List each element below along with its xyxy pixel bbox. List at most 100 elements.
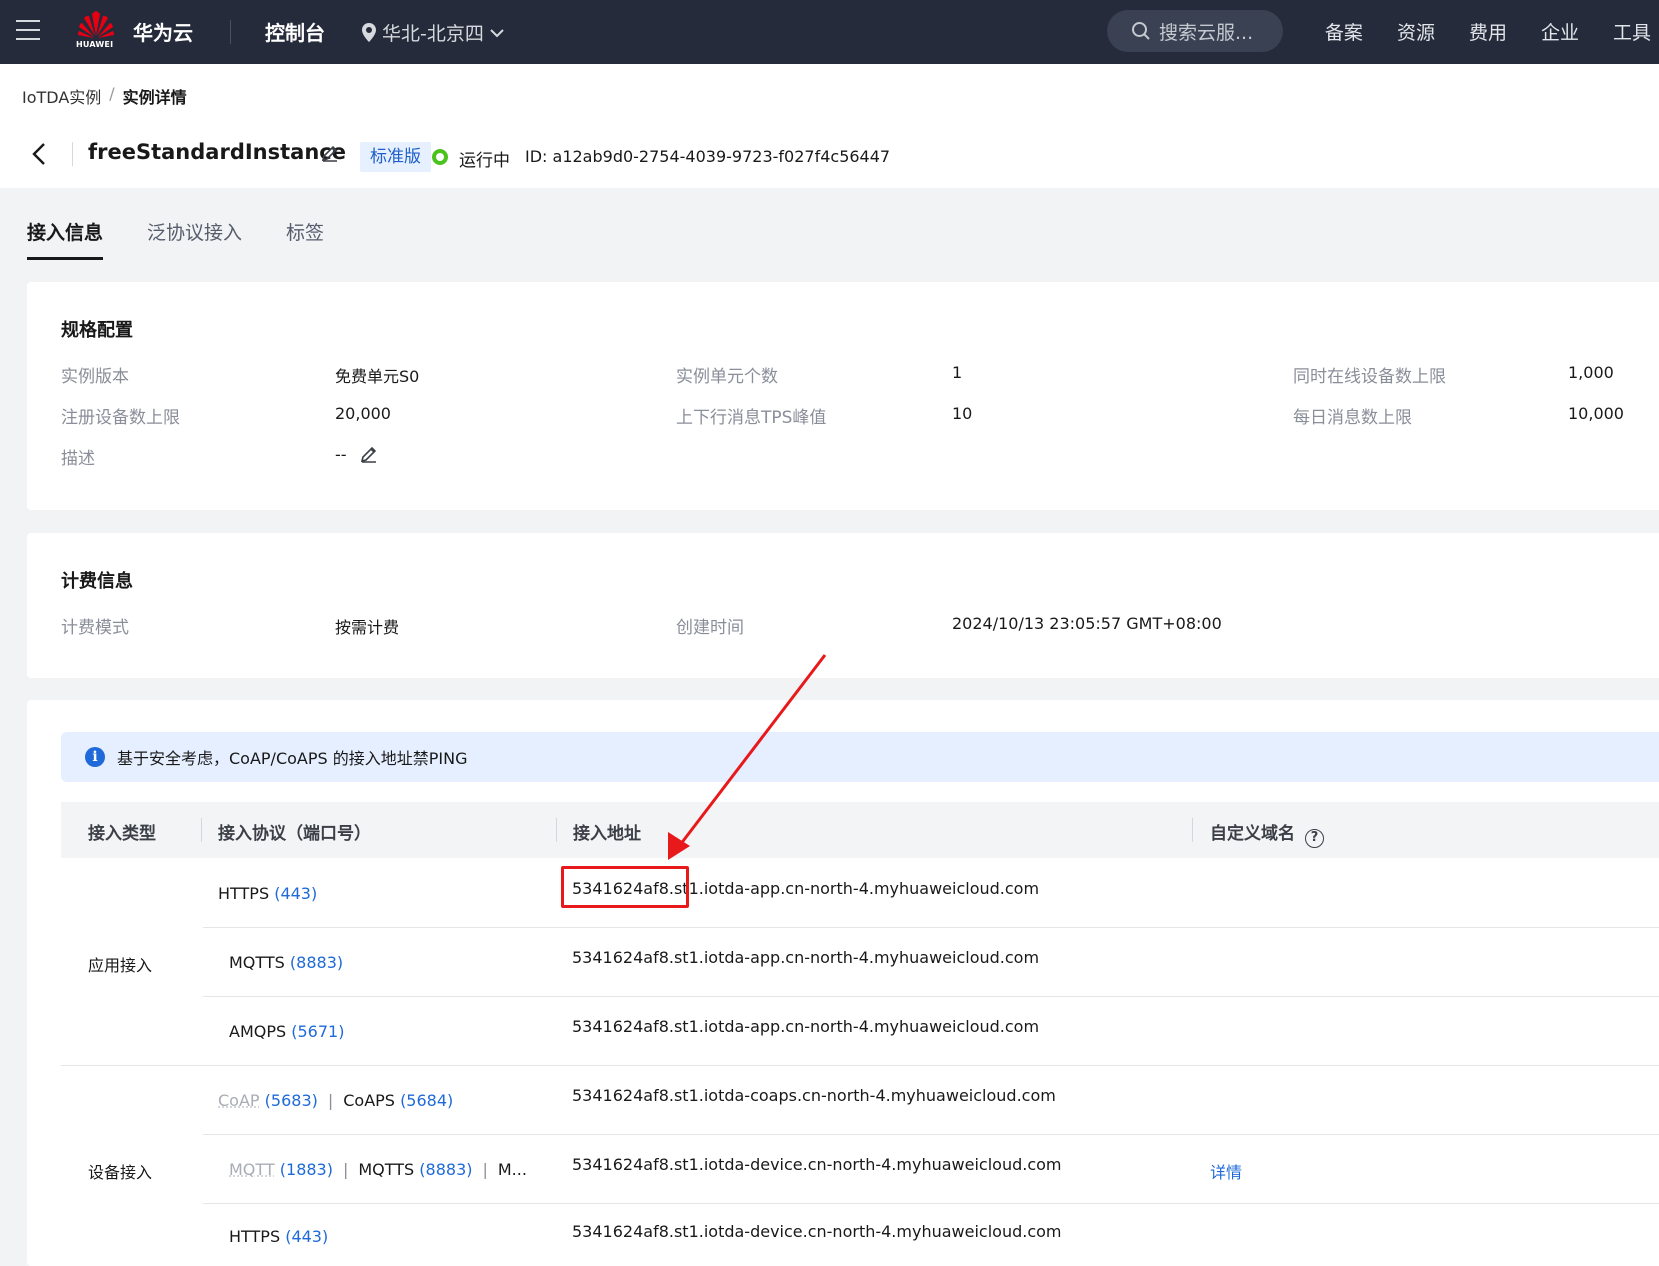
tab-generic-protocol[interactable]: 泛协议接入 — [147, 218, 242, 260]
tab-tags[interactable]: 标签 — [286, 218, 324, 260]
protocol-name-disabled: CoAP — [218, 1091, 260, 1110]
nav-link-enterprise[interactable]: 企业 — [1541, 18, 1579, 45]
table-row-protocol: MQTT (1883) | MQTTS (8883) | M... — [229, 1160, 527, 1179]
divider — [230, 20, 231, 44]
protocol-name: MQTTS — [229, 953, 285, 972]
column-header-address: 接入地址 — [573, 824, 641, 844]
column-divider — [201, 818, 202, 842]
status-dot-icon — [432, 149, 448, 165]
units-label: 实例单元个数 — [676, 367, 778, 387]
protocol-separator: | — [482, 1160, 488, 1179]
nav-link-filing[interactable]: 备案 — [1325, 18, 1363, 45]
help-icon[interactable]: ? — [1305, 829, 1324, 848]
spec-title: 规格配置 — [61, 320, 133, 341]
search-input[interactable]: 搜索云服... — [1107, 10, 1283, 52]
table-row-protocol: HTTPS (443) — [218, 884, 317, 903]
spec-card: 规格配置 实例版本 免费单元S0 实例单元个数 1 同时在线设备数上限 1,00… — [27, 282, 1659, 510]
region-label: 华北-北京四 — [382, 23, 484, 45]
tps-label: 上下行消息TPS峰值 — [676, 408, 827, 428]
protocol-port: (443) — [285, 1227, 329, 1246]
chevron-down-icon — [490, 28, 504, 37]
group-label-app: 应用接入 — [88, 956, 153, 975]
protocol-port: (5684) — [400, 1091, 454, 1110]
notice-banner: i 基于安全考虑，CoAP/CoAPS 的接入地址禁PING — [61, 732, 1659, 782]
protocol-name: MQTTS — [358, 1160, 415, 1179]
billing-mode-value: 按需计费 — [335, 618, 400, 637]
row-divider — [203, 1134, 1659, 1135]
protocol-port: (8883) — [419, 1160, 473, 1179]
protocol-port: (5683) — [264, 1091, 318, 1110]
status-text: 运行中 — [459, 151, 510, 171]
daily-label: 每日消息数上限 — [1293, 408, 1412, 428]
protocol-separator: | — [342, 1160, 349, 1179]
table-row-address: 5341624af8.st1.iotda-device.cn-north-4.m… — [572, 1155, 1062, 1174]
protocol-name: CoAPS — [343, 1091, 395, 1110]
nav-link-tools[interactable]: 工具 — [1613, 18, 1651, 45]
column-header-custom-domain: 自定义域名? — [1210, 819, 1324, 848]
tab-access-info[interactable]: 接入信息 — [27, 218, 104, 260]
version-value: 免费单元S0 — [335, 367, 420, 386]
table-header: 接入类型 接入协议（端口号） 接入地址 自定义域名? — [61, 802, 1659, 858]
billing-title: 计费信息 — [61, 571, 133, 592]
protocol-more[interactable]: M... — [498, 1160, 527, 1179]
created-label: 创建时间 — [676, 618, 744, 638]
edit-icon[interactable] — [320, 143, 340, 163]
custom-domain-label: 自定义域名 — [1210, 824, 1295, 844]
table-row-address: 5341624af8.st1.iotda-app.cn-north-4.myhu… — [572, 1017, 1040, 1036]
logo-text: HUAWEI — [76, 40, 114, 49]
location-pin-icon — [362, 23, 376, 42]
protocol-name: HTTPS — [218, 884, 270, 903]
column-divider — [1192, 818, 1193, 842]
row-divider — [203, 927, 1659, 928]
protocol-name-disabled: MQTT — [229, 1160, 275, 1179]
search-icon — [1132, 22, 1150, 40]
column-header-protocol: 接入协议（端口号） — [218, 824, 371, 844]
divider — [72, 142, 73, 166]
brand-name[interactable]: 华为云 — [133, 17, 193, 46]
edit-icon[interactable] — [359, 444, 379, 464]
register-value: 20,000 — [335, 404, 391, 423]
access-card — [27, 700, 1659, 1266]
version-label: 实例版本 — [61, 367, 129, 387]
tab-bar: 接入信息 泛协议接入 标签 — [27, 218, 324, 260]
breadcrumb: IoTDA实例 / 实例详情 — [22, 84, 187, 108]
created-value: 2024/10/13 23:05:57 GMT+08:00 — [952, 614, 1222, 633]
custom-domain-details-link[interactable]: 详情 — [1210, 1159, 1242, 1183]
table-row-protocol: MQTTS (8883) — [229, 953, 343, 972]
table-row-address: 5341624af8.st1.iotda-app.cn-north-4.myhu… — [572, 948, 1040, 967]
units-value: 1 — [952, 363, 963, 382]
region-selector[interactable]: 华北-北京四 — [362, 19, 504, 46]
console-link[interactable]: 控制台 — [265, 17, 325, 46]
hamburger-icon[interactable] — [16, 20, 40, 42]
annotation-highlight-box — [561, 866, 689, 908]
back-arrow-icon[interactable] — [30, 140, 50, 168]
protocol-name: HTTPS — [229, 1227, 281, 1246]
nav-link-billing[interactable]: 费用 — [1469, 18, 1507, 45]
table-row-address: 5341624af8.st1.iotda-device.cn-north-4.m… — [572, 1222, 1062, 1241]
instance-name: freeStandardInstance — [88, 140, 346, 164]
online-value: 1,000 — [1568, 363, 1614, 382]
protocol-port: (8883) — [289, 953, 344, 972]
tps-value: 10 — [952, 404, 973, 423]
billing-card: 计费信息 计费模式 按需计费 创建时间 2024/10/13 23:05:57 … — [27, 533, 1659, 678]
column-divider — [556, 818, 557, 842]
nav-link-resources[interactable]: 资源 — [1397, 18, 1435, 45]
desc-label: 描述 — [61, 449, 95, 469]
online-label: 同时在线设备数上限 — [1293, 367, 1446, 387]
instance-header: IoTDA实例 / 实例详情 freeStandardInstance 标准版 … — [0, 64, 1659, 188]
desc-value: -- — [335, 445, 347, 464]
protocol-port: (5671) — [291, 1022, 345, 1041]
register-label: 注册设备数上限 — [61, 408, 180, 428]
edition-badge: 标准版 — [360, 142, 431, 172]
table-row-protocol: AMQPS (5671) — [229, 1022, 344, 1041]
instance-id: ID: a12ab9d0-2754-4039-9723-f027f4c56447 — [525, 147, 891, 166]
protocol-port: (443) — [274, 884, 318, 903]
table-row-protocol: CoAP (5683) | CoAPS (5684) — [218, 1091, 453, 1110]
breadcrumb-separator: / — [109, 84, 115, 103]
billing-mode-label: 计费模式 — [61, 618, 129, 638]
table-row-protocol: HTTPS (443) — [229, 1227, 328, 1246]
daily-value: 10,000 — [1568, 404, 1624, 423]
notice-text: 基于安全考虑，CoAP/CoAPS 的接入地址禁PING — [117, 749, 468, 768]
breadcrumb-parent[interactable]: IoTDA实例 — [22, 84, 101, 108]
row-divider — [203, 1203, 1659, 1204]
